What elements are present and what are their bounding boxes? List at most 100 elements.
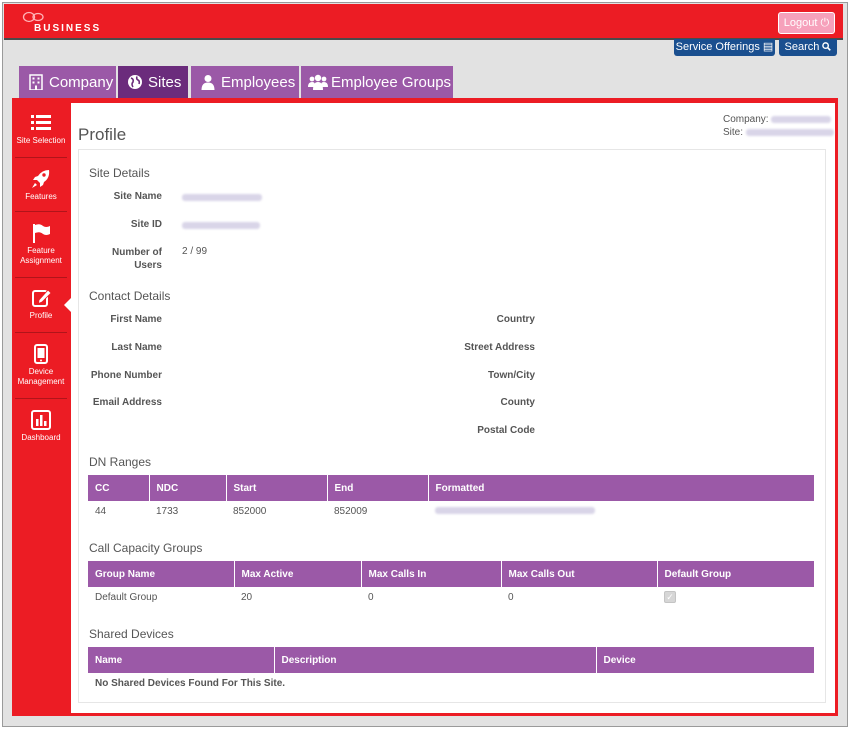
- list-icon: [31, 115, 51, 130]
- users-icon: [308, 74, 328, 90]
- end-cell: 852009: [327, 501, 428, 521]
- column-header: Max Calls In: [361, 561, 502, 587]
- call-capacity-groups-title: Call Capacity Groups: [89, 541, 203, 555]
- site-context: Site:: [723, 127, 835, 140]
- infinity-logo-icon: [22, 11, 44, 23]
- table-header-row: Name Description Device: [88, 647, 814, 673]
- sidebar-divider: [15, 277, 67, 278]
- start-cell: 852000: [226, 501, 327, 521]
- site-name-label: Site Name: [113, 191, 162, 202]
- tab-sites[interactable]: Sites: [118, 66, 188, 99]
- active-indicator: [64, 298, 71, 312]
- main-container: Site Selection Features Feature Assignme…: [12, 98, 838, 716]
- sidebar-item-site-selection[interactable]: Site Selection: [12, 113, 70, 146]
- redacted-site-name: [182, 194, 262, 201]
- user-icon: [201, 75, 215, 90]
- tab-company[interactable]: Company: [19, 66, 116, 99]
- dn-ranges-title: DN Ranges: [89, 455, 152, 469]
- top-bar: BUSINESS Logout ⏻: [4, 4, 843, 40]
- search-icon: [822, 42, 832, 51]
- sidebar-divider: [15, 211, 67, 212]
- county-label: County: [500, 397, 535, 408]
- postal-code-label: Postal Code: [477, 425, 535, 436]
- details-panel: Site Details Site Name Site ID Number of…: [78, 149, 826, 703]
- site-id-label: Site ID: [130, 219, 162, 230]
- site-label: Site:: [723, 127, 744, 138]
- context-info: Company: Site:: [723, 114, 835, 140]
- ndc-cell: 1733: [149, 501, 226, 521]
- max-calls-in-cell: 0: [361, 587, 501, 607]
- formatted-cell: [428, 501, 814, 521]
- bar-chart-icon: [31, 410, 51, 430]
- sidebar-divider: [15, 398, 67, 399]
- sidebar-item-label: Features: [25, 192, 57, 201]
- sidebar-item-profile[interactable]: Profile: [12, 288, 70, 321]
- rocket-icon: [32, 170, 50, 188]
- sidebar-item-label: Profile: [29, 311, 53, 320]
- logout-label: Logout: [783, 17, 818, 29]
- brand-name: BUSINESS: [34, 23, 102, 34]
- empty-state-message: No Shared Devices Found For This Site.: [88, 673, 814, 693]
- default-group-checkbox[interactable]: ✓: [664, 591, 676, 603]
- book-icon: ▤: [762, 41, 774, 53]
- building-icon: [29, 74, 43, 90]
- site-details-title: Site Details: [89, 166, 150, 180]
- tab-employee-groups-label: Employee Groups: [331, 74, 452, 91]
- sidebar-item-label: Device Management: [17, 367, 65, 386]
- group-name-cell: Default Group: [88, 587, 234, 607]
- search-button[interactable]: Search: [779, 39, 837, 56]
- call-capacity-groups-table: Group Name Max Active Max Calls In Max C…: [88, 561, 814, 607]
- company-label: Company:: [723, 114, 769, 125]
- sidebar-divider: [15, 332, 67, 333]
- default-group-cell: ✓: [657, 587, 814, 607]
- power-icon: ⏻: [820, 17, 830, 29]
- table-header-row: CC NDC Start End Formatted: [88, 475, 814, 501]
- sidebar-item-features[interactable]: Features: [12, 169, 70, 202]
- sidebar-item-label: Feature Assignment: [20, 246, 62, 265]
- table-header-row: Group Name Max Active Max Calls In Max C…: [88, 561, 814, 587]
- sidebar-divider: [15, 157, 67, 158]
- sidebar-item-device-management[interactable]: Device Management: [12, 344, 70, 387]
- company-context: Company:: [723, 114, 835, 127]
- tab-employees[interactable]: Employees: [191, 66, 299, 99]
- redacted-site-value: [745, 128, 834, 136]
- sidebar-item-dashboard[interactable]: Dashboard: [12, 410, 70, 443]
- column-header: Device: [596, 647, 814, 673]
- column-header: Default Group: [657, 561, 814, 587]
- max-calls-out-cell: 0: [501, 587, 657, 607]
- tab-sites-label: Sites: [148, 74, 182, 91]
- email-address-label: Email Address: [92, 397, 162, 408]
- table-row: Default Group 20 0 0 ✓: [88, 587, 814, 607]
- street-address-label: Street Address: [464, 342, 535, 353]
- dn-ranges-table: CC NDC Start End Formatted 44 1733 85200…: [88, 475, 814, 521]
- shared-devices-title: Shared Devices: [89, 627, 174, 641]
- column-header: Max Active: [234, 561, 362, 587]
- cc-cell: 44: [88, 501, 149, 521]
- logout-button[interactable]: Logout ⏻: [778, 12, 835, 34]
- max-active-cell: 20: [234, 587, 361, 607]
- sidebar-item-feature-assignment[interactable]: Feature Assignment: [12, 223, 70, 266]
- tab-employees-label: Employees: [221, 74, 296, 91]
- globe-icon: [128, 75, 142, 89]
- number-of-users-label: Number of Users: [112, 247, 162, 271]
- country-label: Country: [496, 314, 535, 325]
- column-header: Max Calls Out: [501, 561, 658, 587]
- redacted-company-value: [771, 115, 832, 123]
- side-nav: Site Selection Features Feature Assignme…: [12, 98, 71, 716]
- column-header: NDC: [149, 475, 227, 501]
- column-header: CC: [88, 475, 150, 501]
- tab-company-label: Company: [49, 74, 114, 91]
- column-header: End: [327, 475, 429, 501]
- sidebar-item-label: Dashboard: [21, 433, 61, 442]
- column-header: Description: [274, 647, 597, 673]
- search-label: Search: [784, 41, 820, 53]
- column-header: Start: [226, 475, 328, 501]
- tab-employee-groups[interactable]: Employee Groups: [301, 66, 453, 99]
- phone-number-label: Phone Number: [90, 370, 162, 381]
- service-offerings-button[interactable]: Service Offerings ▤: [674, 39, 775, 56]
- service-offerings-label: Service Offerings: [675, 41, 760, 53]
- column-header: Formatted: [428, 475, 814, 501]
- flag-icon: [33, 224, 50, 243]
- table-row: 44 1733 852000 852009: [88, 501, 814, 521]
- contact-details-title: Contact Details: [89, 289, 171, 303]
